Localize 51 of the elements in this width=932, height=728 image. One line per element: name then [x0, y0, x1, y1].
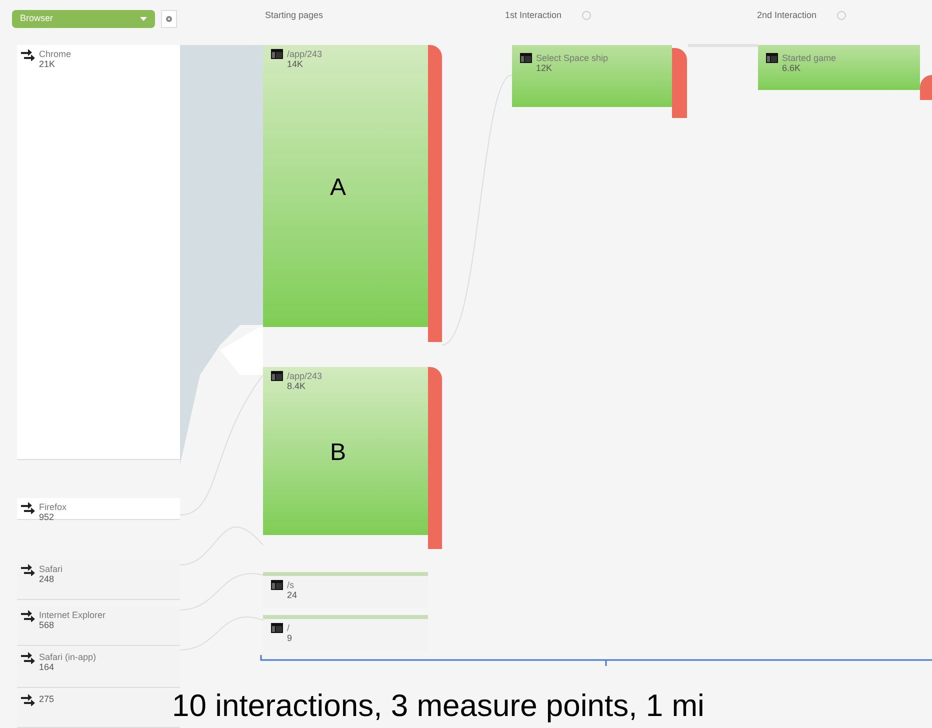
arrows-icon — [21, 610, 35, 622]
node-count: 14K — [287, 59, 304, 69]
node-count: 164 — [39, 662, 56, 672]
interaction-node[interactable]: Select Space ship 12K — [512, 45, 672, 107]
page-icon — [271, 371, 283, 381]
interaction-node[interactable]: Started game 6.6K — [758, 45, 920, 90]
page-icon — [271, 623, 283, 633]
drop-off-bar[interactable] — [672, 48, 687, 118]
node-name: Started game — [782, 53, 836, 63]
node-name: Firefox — [39, 502, 67, 512]
node-name: /s — [287, 580, 296, 590]
column-title: 1st Interaction — [505, 9, 562, 22]
annotation-letter: B — [330, 438, 346, 468]
help-icon[interactable] — [582, 11, 591, 20]
node-name: Safari (in-app) — [39, 652, 96, 662]
node-name: Select Space ship — [536, 53, 608, 63]
node-count: 568 — [39, 620, 56, 630]
node-count: 952 — [39, 512, 56, 522]
node-name: Chrome — [39, 49, 72, 59]
help-icon[interactable] — [836, 11, 846, 20]
node-count: 275 — [39, 694, 54, 704]
node-count: 248 — [39, 574, 56, 584]
gear-icon — [165, 15, 173, 23]
node-count: 9 — [287, 633, 292, 643]
column-title: Starting pages — [265, 9, 324, 22]
node-name: / — [287, 623, 291, 633]
arrows-icon — [21, 49, 35, 61]
node-count: 6.6K — [782, 63, 802, 73]
source-node[interactable]: Chrome 21K — [17, 45, 180, 460]
node-count: 8.4K — [287, 381, 307, 391]
arrows-icon — [21, 652, 35, 664]
node-name: /app/243 — [287, 49, 322, 59]
node-count: 24 — [287, 590, 298, 600]
source-node[interactable]: Firefox 952 — [17, 498, 180, 520]
settings-button[interactable] — [161, 10, 177, 28]
arrows-icon — [21, 564, 35, 576]
node-count: 21K — [39, 59, 56, 69]
page-icon — [271, 49, 283, 59]
drop-off-bar[interactable] — [920, 75, 932, 100]
node-name: Internet Explorer — [39, 610, 106, 620]
arrows-icon — [21, 694, 35, 706]
caret-icon — [140, 17, 147, 21]
page-icon — [766, 53, 778, 63]
page-icon — [520, 53, 532, 63]
node-name: /app/243 — [287, 371, 322, 381]
arrows-icon — [21, 502, 35, 514]
node-count: 12K — [536, 63, 554, 73]
node-name: Safari — [39, 564, 63, 574]
page-icon — [271, 580, 283, 590]
column-title: 2nd Interaction — [757, 9, 817, 22]
annotation-letter: A — [330, 173, 346, 203]
